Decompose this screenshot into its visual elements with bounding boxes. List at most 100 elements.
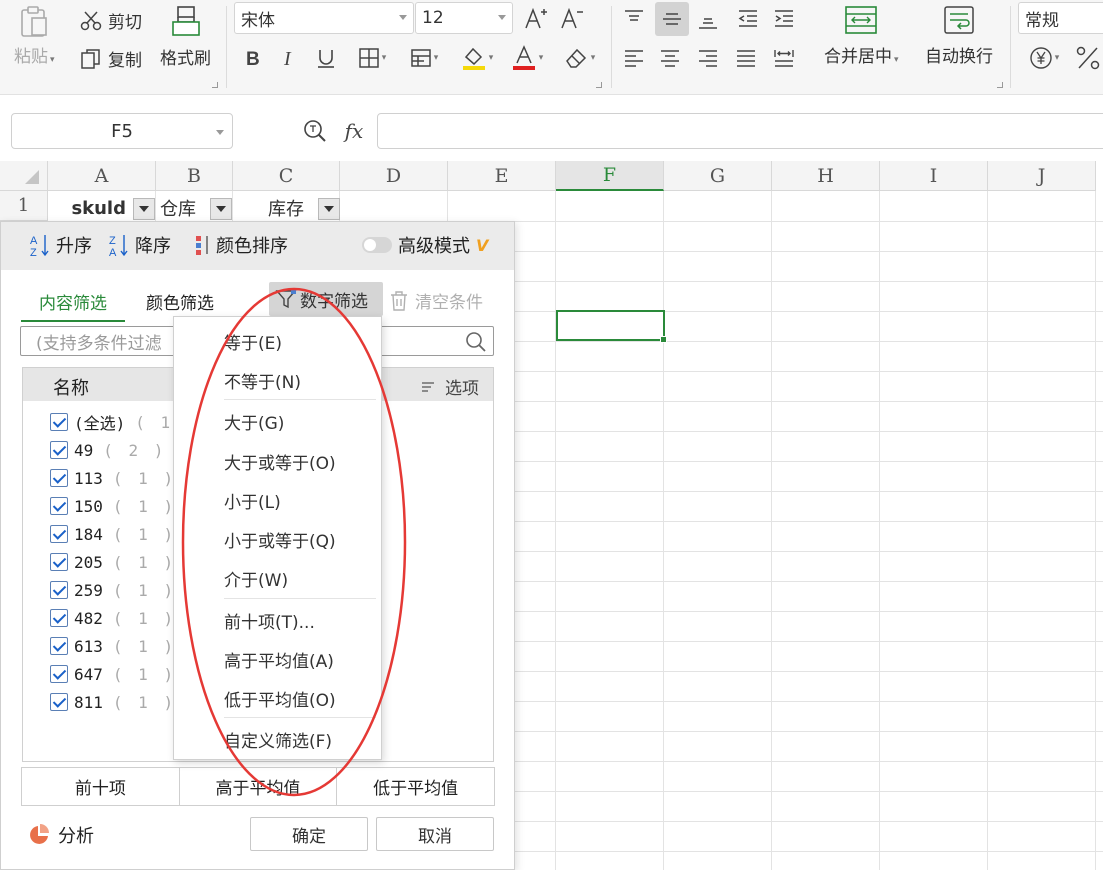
copy-button[interactable]: 复制 [80, 46, 142, 71]
find-function-button[interactable] [300, 116, 330, 146]
increase-font-button[interactable] [521, 4, 551, 34]
column-header-j[interactable]: J [988, 161, 1096, 191]
align-center-button[interactable] [655, 43, 685, 73]
checkbox[interactable] [50, 665, 68, 683]
checkbox[interactable] [50, 413, 68, 431]
column-header-g[interactable]: G [664, 161, 772, 191]
list-item[interactable]: (全选)( 11 [50, 411, 186, 433]
select-all-corner[interactable] [0, 161, 48, 191]
font-name-select[interactable]: 宋体 [234, 2, 414, 34]
justify-button[interactable] [731, 43, 761, 73]
clipboard-dialog-launcher[interactable] [212, 82, 218, 88]
number-format-select[interactable]: 常规 [1018, 2, 1103, 34]
list-item[interactable]: 113 ( 1 ) [50, 467, 176, 489]
menu-item[interactable]: 介于(W) [224, 566, 288, 591]
menu-item[interactable]: 等于(E) [224, 329, 282, 354]
align-middle-button[interactable] [655, 2, 689, 36]
list-item[interactable]: 613 ( 1 ) [50, 635, 176, 657]
currency-button[interactable]: ▾ [1022, 43, 1066, 73]
auto-wrap-button[interactable]: 自动换行 [925, 4, 993, 67]
row-header[interactable]: 1 [0, 191, 48, 221]
ok-button[interactable]: 确定 [250, 817, 368, 851]
menu-item[interactable]: 大于(G) [224, 409, 284, 434]
decrease-font-button[interactable] [557, 4, 587, 34]
number-filter-button[interactable]: 数字筛选 [269, 282, 383, 316]
tab-color-filter[interactable]: 颜色筛选 [146, 289, 214, 314]
list-item[interactable]: 49 ( 2 ) [50, 439, 166, 461]
align-bottom-button[interactable] [693, 4, 723, 34]
toggle-switch[interactable] [362, 237, 392, 253]
sort-descending-button[interactable]: ZA 降序 [109, 232, 171, 258]
paste-button[interactable]: 粘贴 ▾ [14, 4, 55, 67]
column-header-i[interactable]: I [880, 161, 988, 191]
clear-conditions-button[interactable]: 清空条件 [389, 288, 483, 313]
checkbox[interactable] [50, 497, 68, 515]
sort-ascending-button[interactable]: AZ 升序 [30, 232, 92, 258]
checkbox[interactable] [50, 553, 68, 571]
menu-item[interactable]: 大于或等于(O) [224, 449, 336, 474]
menu-item[interactable]: 高于平均值(A) [224, 647, 334, 672]
menu-item[interactable]: 前十项(T)... [224, 608, 315, 633]
analysis-button[interactable]: 分析 [28, 822, 94, 848]
checkbox[interactable] [50, 581, 68, 599]
merge-center-button[interactable]: 合并居中 ▾ [824, 4, 899, 67]
increase-indent-button[interactable] [769, 4, 799, 34]
column-header-h[interactable]: H [772, 161, 880, 191]
column-header-c[interactable]: C [233, 161, 340, 191]
alignment-dialog-launcher[interactable] [997, 82, 1003, 88]
checkbox[interactable] [50, 637, 68, 655]
column-header-d[interactable]: D [340, 161, 448, 191]
formula-input[interactable] [377, 113, 1103, 149]
menu-item[interactable]: 低于平均值(O) [224, 686, 336, 711]
checkbox[interactable] [50, 441, 68, 459]
font-size-select[interactable]: 12 [415, 2, 513, 34]
list-item[interactable]: 811 ( 1 ) [50, 691, 176, 713]
align-right-button[interactable] [693, 43, 723, 73]
menu-item[interactable]: 自定义筛选(F) [224, 727, 332, 752]
quick-below-average-button[interactable]: 低于平均值 [337, 768, 494, 805]
column-header-a[interactable]: A [48, 161, 156, 191]
clear-format-button[interactable]: ▾ [557, 43, 601, 73]
filter-dropdown-b[interactable] [210, 198, 232, 220]
list-item[interactable]: 482 ( 1 ) [50, 607, 176, 629]
column-header-b[interactable]: B [156, 161, 233, 191]
name-box[interactable]: F5 [11, 113, 233, 149]
borders-button[interactable]: ▾ [350, 43, 394, 73]
font-color-button[interactable]: ▾ [505, 43, 549, 73]
checkbox[interactable] [50, 469, 68, 487]
format-painter-button[interactable]: 格式刷 [160, 4, 211, 69]
percent-button[interactable] [1073, 43, 1103, 73]
checkbox[interactable] [50, 693, 68, 711]
align-top-button[interactable] [619, 4, 649, 34]
search-icon[interactable] [465, 331, 487, 353]
menu-item[interactable]: 小于(L) [224, 488, 281, 513]
cancel-button[interactable]: 取消 [376, 817, 494, 851]
list-item[interactable]: 259 ( 1 ) [50, 579, 176, 601]
fill-color-button[interactable]: ▾ [455, 43, 499, 73]
distributed-align-button[interactable] [769, 43, 799, 73]
italic-button[interactable]: I [274, 43, 304, 73]
selected-cell-f5[interactable] [556, 310, 667, 343]
menu-item[interactable]: 不等于(N) [224, 368, 301, 393]
tab-content-filter[interactable]: 内容筛选 [21, 289, 125, 322]
list-item[interactable]: 205 ( 1 ) [50, 551, 176, 573]
options-button[interactable]: 选项 [421, 374, 479, 399]
color-sort-button[interactable]: 颜色排序 [194, 232, 288, 258]
filter-dropdown-c[interactable] [318, 198, 340, 220]
column-header-e[interactable]: E [448, 161, 556, 191]
column-header-f[interactable]: F [556, 161, 664, 191]
align-left-button[interactable] [619, 43, 649, 73]
checkbox[interactable] [50, 525, 68, 543]
list-item[interactable]: 647 ( 1 ) [50, 663, 176, 685]
advanced-mode-toggle[interactable]: 高级模式 V [362, 232, 488, 258]
underline-button[interactable] [311, 43, 341, 73]
fill-pattern-button[interactable]: ▾ [402, 43, 446, 73]
checkbox[interactable] [50, 609, 68, 627]
insert-function-button[interactable]: fx [338, 116, 370, 146]
font-dialog-launcher[interactable] [596, 82, 602, 88]
list-item[interactable]: 184 ( 1 ) [50, 523, 176, 545]
bold-button[interactable]: B [238, 43, 268, 73]
quick-above-average-button[interactable]: 高于平均值 [180, 768, 338, 805]
quick-top10-button[interactable]: 前十项 [22, 768, 180, 805]
cut-button[interactable]: 剪切 [80, 8, 142, 33]
